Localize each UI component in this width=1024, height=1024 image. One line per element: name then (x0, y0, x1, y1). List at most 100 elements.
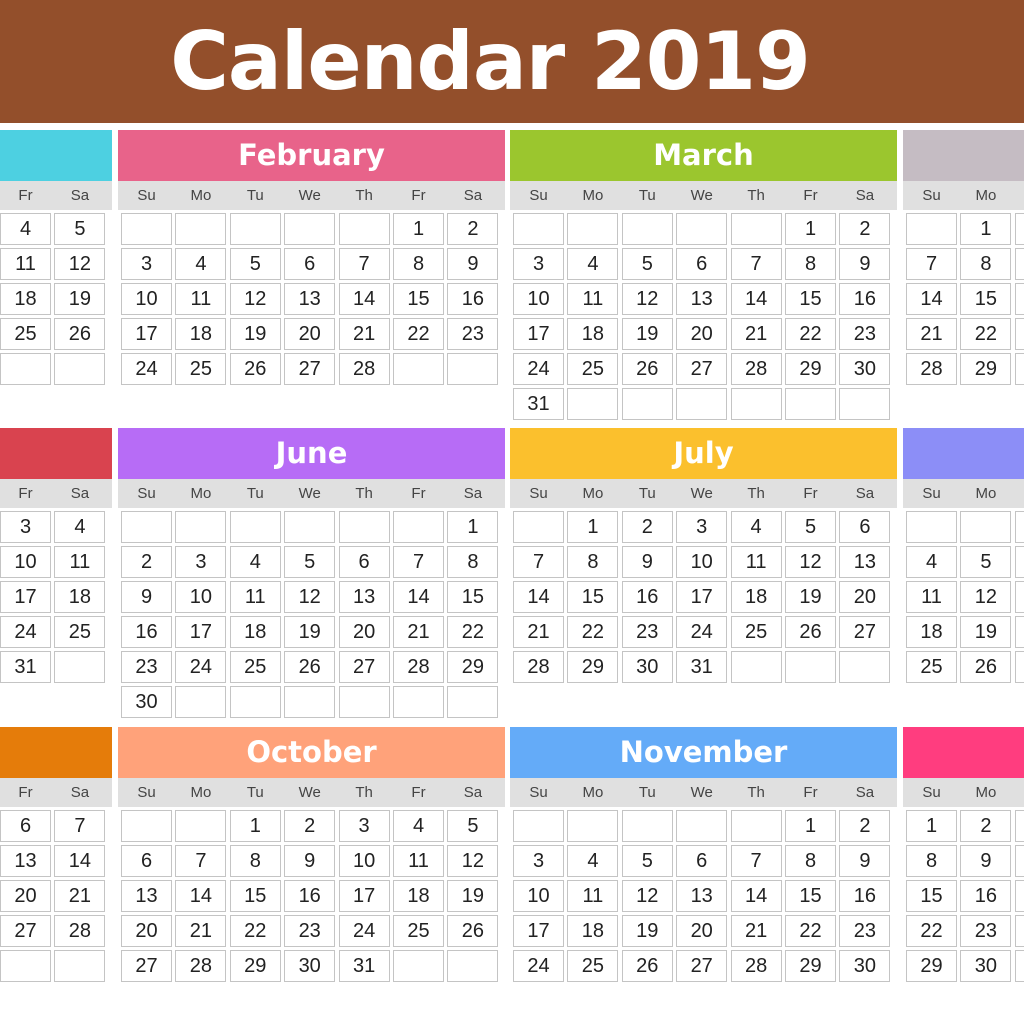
weekday-header-row: Fr Sa (0, 479, 112, 508)
day-cell (284, 686, 336, 718)
day-cell: 25 (730, 616, 782, 648)
day-cell: 18 (229, 616, 281, 648)
day-cell: 9 (621, 546, 673, 578)
day-cell: 3 (175, 546, 227, 578)
day-cell (513, 213, 564, 245)
weekday-header-row: Su Mo Tu We Th Fr Sa (118, 479, 505, 508)
day-cell (447, 353, 499, 385)
day-cell: 18 (730, 581, 782, 613)
day-cell: 15 (960, 283, 1012, 315)
day-cell: 12 (284, 581, 336, 613)
month-header: June (118, 428, 505, 479)
day-cell: 15 (393, 283, 444, 315)
day-cell: 5 (785, 511, 836, 543)
weekday-label: Th (747, 784, 765, 801)
day-cell: 27 (676, 950, 728, 982)
day-cell: 25 (54, 616, 106, 648)
day-cell: 4 (393, 810, 444, 842)
weekday-label: We (298, 784, 321, 801)
day-cell (676, 213, 728, 245)
day-cell (338, 686, 390, 718)
weekday-label: Mo (975, 784, 997, 801)
weekday-label: Mo (190, 187, 212, 204)
day-cell (393, 686, 444, 718)
day-cell: 5 (284, 546, 336, 578)
day-cell: 11 (567, 880, 619, 912)
day-cell: 2 (621, 511, 673, 543)
weekday-label: Mo (190, 485, 212, 502)
weekday-label: Fr (18, 485, 33, 502)
day-cell (175, 511, 227, 543)
day-cell: 6 (338, 546, 390, 578)
weekday-label: Sa (855, 187, 875, 204)
day-cell: 15 (447, 581, 499, 613)
day-cell: 18 (567, 318, 619, 350)
day-cell (1014, 546, 1024, 578)
day-cell: 27 (839, 616, 891, 648)
day-cell (730, 810, 782, 842)
month-block: Fr Sa 3 4 10 11 17 18 24 25 31 (0, 428, 112, 687)
weekday-header-row: Su Mo Tu We Th Fr Sa (118, 181, 505, 210)
day-cell: 28 (906, 353, 957, 385)
day-cell: 29 (229, 950, 281, 982)
day-cell: 21 (730, 915, 782, 947)
weekday-label: We (298, 187, 321, 204)
day-cell: 26 (621, 950, 673, 982)
day-cell: 24 (513, 353, 564, 385)
day-cell: 16 (447, 283, 499, 315)
title-banner: Calendar 2019 (0, 0, 1024, 123)
month-header (0, 727, 112, 778)
day-cell: 23 (284, 915, 336, 947)
day-cell: 8 (960, 248, 1012, 280)
weekday-label: Su (137, 485, 156, 502)
day-cell: 17 (513, 318, 564, 350)
day-cell (621, 388, 673, 420)
day-cell: 4 (54, 511, 106, 543)
day-cell: 13 (338, 581, 390, 613)
weekday-header-row: Su Mo Tu We Th Fr Sa (510, 479, 897, 508)
day-cell (676, 388, 728, 420)
day-cell: 3 (338, 810, 390, 842)
day-cell: 10 (338, 845, 390, 877)
day-cell: 19 (229, 318, 281, 350)
day-cell (338, 213, 390, 245)
day-cell: 7 (338, 248, 390, 280)
day-cell (284, 213, 336, 245)
day-cell: 6 (121, 845, 172, 877)
month-block: Su Mo 1 2 8 9 15 16 22 23 29 30 (903, 727, 1024, 986)
day-cell: 21 (906, 318, 957, 350)
day-cell (175, 810, 227, 842)
month-block: March Su Mo Tu We Th Fr Sa 1 2 3 4 5 6 7 8 9 10 11 12 13 14 15… (510, 130, 897, 424)
weekday-label: Mo (190, 784, 212, 801)
day-cell: 2 (839, 810, 891, 842)
day-cell: 28 (513, 651, 564, 683)
day-cell: 26 (960, 651, 1012, 683)
day-cell: 6 (676, 248, 728, 280)
day-cell: 10 (0, 546, 51, 578)
weekday-label: Fr (411, 187, 426, 204)
day-cell: 30 (960, 950, 1012, 982)
day-cell: 9 (284, 845, 336, 877)
day-cell: 16 (960, 880, 1012, 912)
day-cell: 29 (447, 651, 499, 683)
day-cell: 8 (447, 546, 499, 578)
day-cell: 21 (513, 616, 564, 648)
month-header: March (510, 130, 897, 181)
day-cell: 11 (730, 546, 782, 578)
day-cell (229, 511, 281, 543)
day-cell: 18 (906, 616, 957, 648)
day-cell: 22 (960, 318, 1012, 350)
weekday-label: Su (529, 187, 548, 204)
day-cell: 11 (567, 283, 619, 315)
month-block: Su Mo 4 5 11 12 18 19 25 26 (903, 428, 1024, 687)
day-cell: 25 (0, 318, 51, 350)
day-cell: 31 (338, 950, 390, 982)
day-cell: 8 (229, 845, 281, 877)
day-cell: 29 (785, 950, 836, 982)
day-cell: 4 (730, 511, 782, 543)
day-cell: 17 (121, 318, 172, 350)
day-cell: 6 (0, 810, 51, 842)
month-block: October Su Mo Tu We Th Fr Sa 1 2 3 4 5 6 7 8 9 10 11 12 13 14… (118, 727, 505, 986)
day-cell (676, 810, 728, 842)
day-cell (1014, 651, 1024, 683)
